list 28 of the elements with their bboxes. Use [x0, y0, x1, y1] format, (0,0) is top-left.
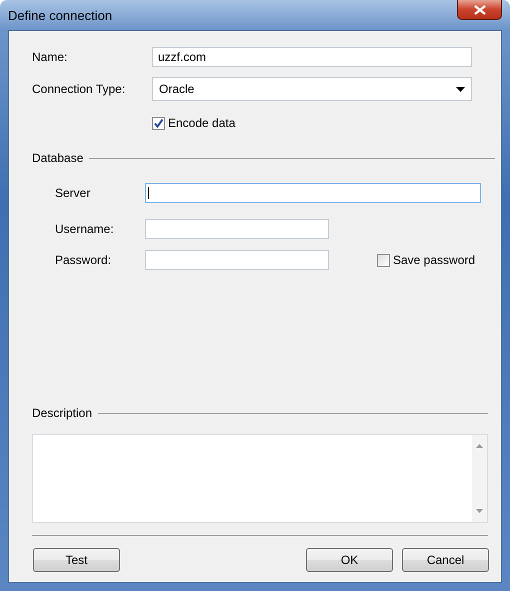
- field-label: Password:: [55, 253, 112, 267]
- close-button[interactable]: [457, 0, 502, 20]
- dialog-button[interactable]: Test: [33, 548, 120, 572]
- checkbox-label: Save password: [393, 253, 476, 267]
- description-field[interactable]: [32, 434, 488, 523]
- text-cursor: [148, 187, 149, 199]
- scrollbar[interactable]: [472, 435, 487, 522]
- encode-data-checkbox[interactable]: [152, 116, 165, 130]
- name-field[interactable]: uzzf.com: [152, 47, 472, 67]
- field-label: Name:: [32, 50, 68, 64]
- field-label: Server: [55, 186, 92, 200]
- section-title: Database: [32, 151, 84, 165]
- save-password-checkbox[interactable]: [377, 254, 390, 266]
- section-title: Description: [32, 406, 92, 420]
- server-field[interactable]: [145, 183, 481, 203]
- password-field[interactable]: [145, 250, 329, 270]
- close-icon: [474, 4, 486, 14]
- scroll-up-icon: [476, 444, 483, 448]
- username-field[interactable]: [145, 219, 329, 239]
- checkbox-label: Encode data: [168, 116, 236, 130]
- field-label: Username:: [55, 222, 115, 236]
- scroll-down-icon: [476, 509, 483, 513]
- dialog-button[interactable]: OK: [306, 548, 393, 572]
- window-title: Define connection: [8, 8, 112, 22]
- connection-type-dropdown[interactable]: Oracle: [152, 77, 472, 101]
- dialog-button[interactable]: Cancel: [402, 548, 489, 572]
- dropdown-caret-icon: [456, 86, 465, 92]
- field-label: Connection Type:: [32, 82, 126, 96]
